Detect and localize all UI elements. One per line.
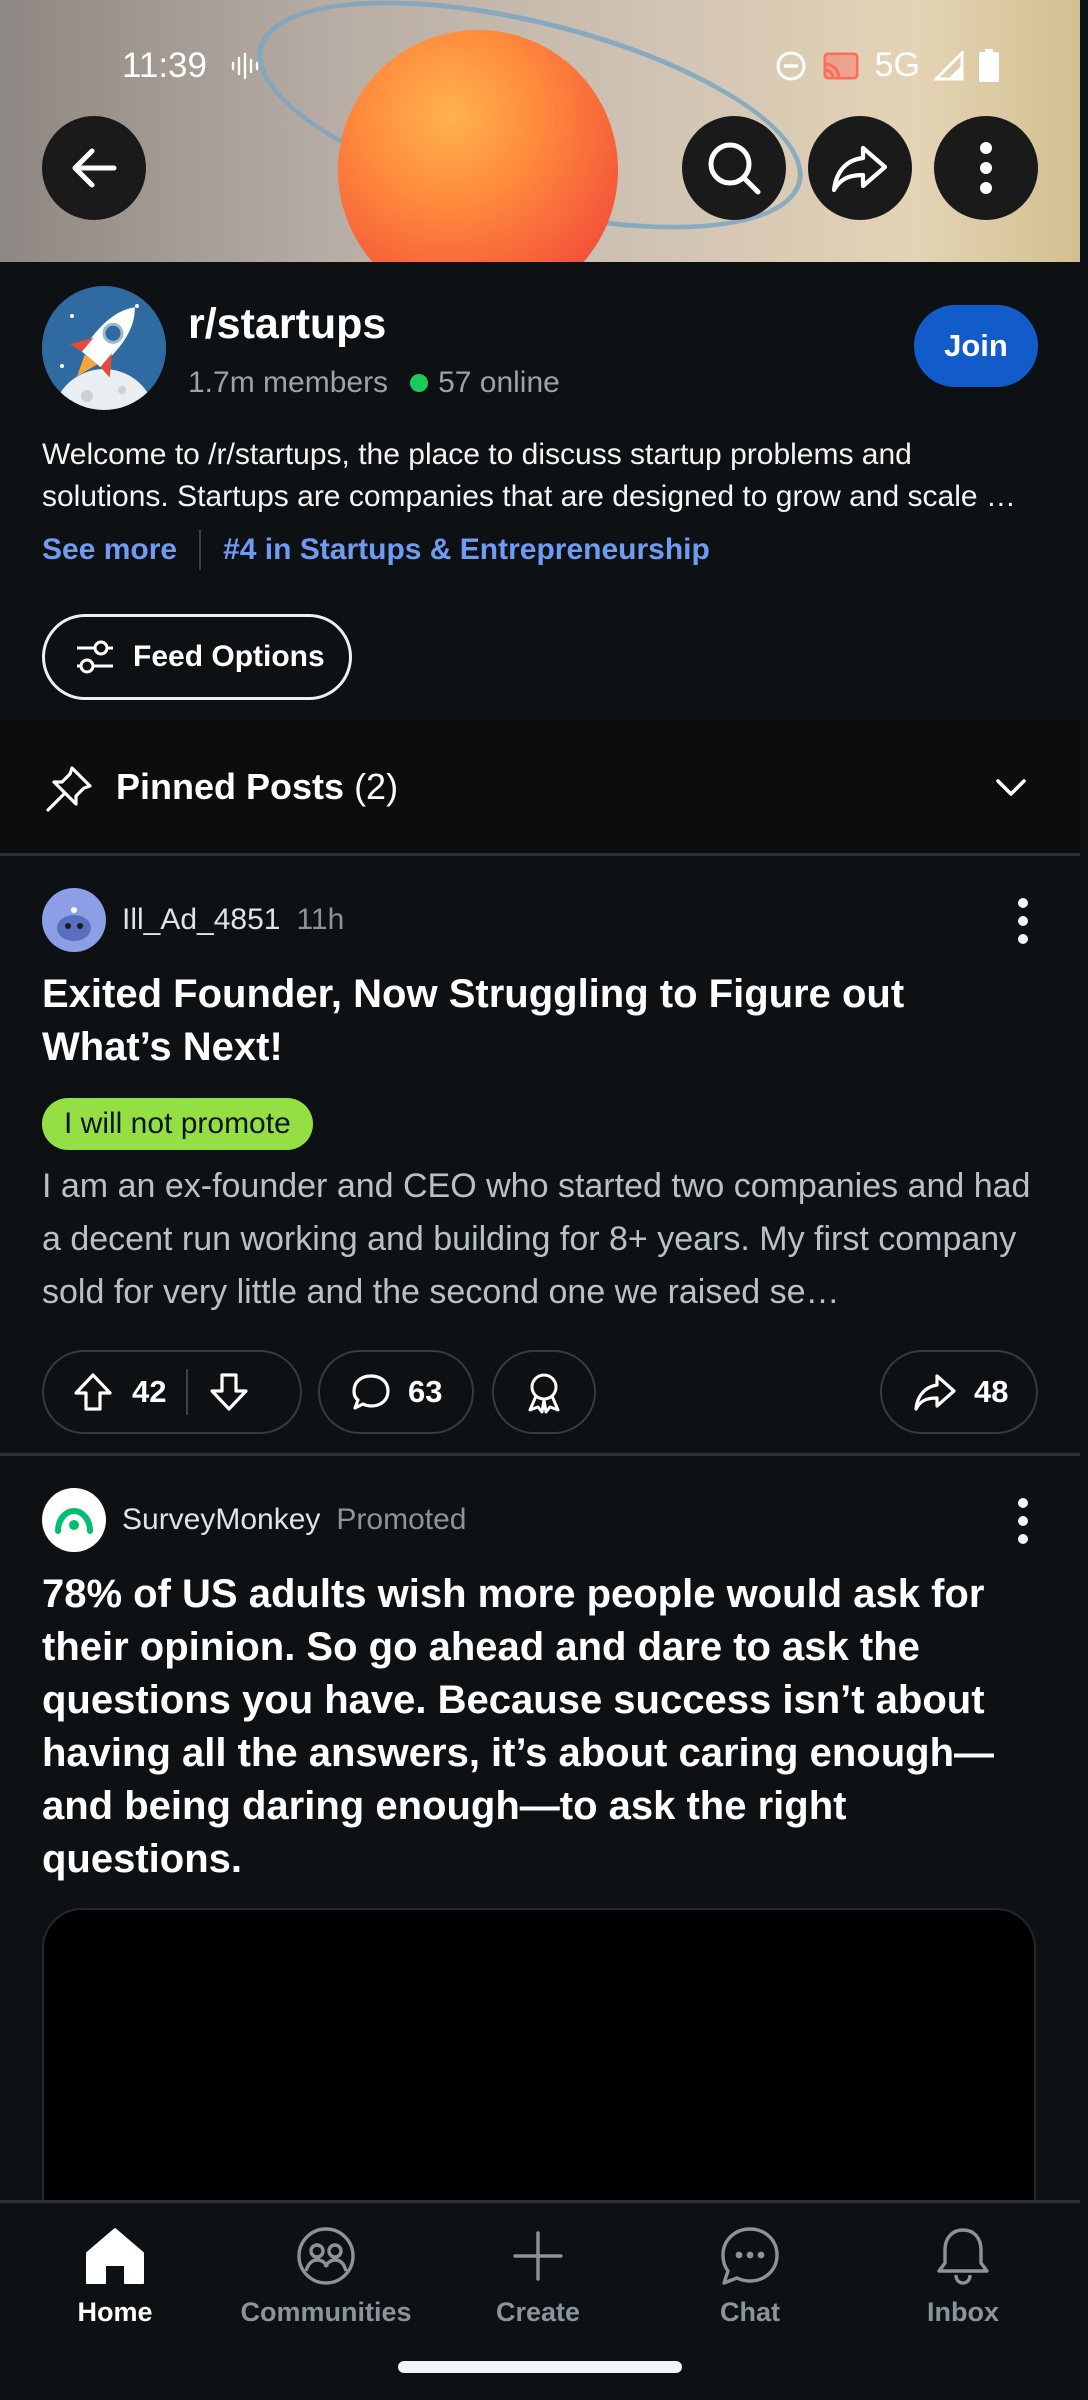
chevron-down-icon[interactable]	[994, 776, 1028, 800]
comment-icon	[352, 1374, 390, 1410]
share-button[interactable]	[808, 116, 912, 220]
network-type: 5G	[874, 46, 920, 84]
post-menu-icon[interactable]	[1018, 898, 1030, 952]
community-stats: 1.7m members 57 online	[188, 366, 560, 400]
communities-icon	[297, 2227, 355, 2285]
post-title[interactable]: Exited Founder, Now Struggling to Figure…	[42, 968, 1042, 1074]
screen-edge	[1080, 0, 1088, 2400]
pinned-count: (2)	[354, 766, 399, 807]
vote-separator	[186, 1369, 189, 1415]
nav-chat-label: Chat	[720, 2297, 780, 2327]
promoted-post-card[interactable]: SurveyMonkey Promoted 78% of US adults w…	[0, 1458, 1080, 2228]
nav-home-label: Home	[77, 2297, 153, 2327]
cast-icon	[823, 52, 859, 79]
bell-icon	[937, 2228, 989, 2285]
nav-create-label: Create	[495, 2297, 581, 2327]
post-actions: 42 63 48	[42, 1350, 1038, 1434]
user-avatar-icon[interactable]	[42, 888, 106, 952]
nav-communities[interactable]: Communities	[236, 2225, 416, 2328]
search-button[interactable]	[682, 116, 786, 220]
post-author-row: SurveyMonkey Promoted	[42, 1488, 467, 1552]
share-icon	[914, 1374, 956, 1411]
filter-sliders-icon	[77, 640, 113, 674]
nav-create[interactable]: Create	[448, 2225, 628, 2328]
post-body[interactable]: I am an ex-founder and CEO who started t…	[42, 1160, 1052, 1319]
home-icon	[86, 2228, 144, 2284]
comment-count: 63	[408, 1374, 443, 1409]
status-icons: 5G	[775, 46, 1000, 85]
promoted-tag: Promoted	[336, 1503, 467, 1536]
upvote-icon[interactable]	[72, 1371, 114, 1413]
share-count: 48	[974, 1374, 1009, 1409]
surveymonkey-logo[interactable]	[42, 1488, 106, 1552]
comments-button[interactable]: 63	[318, 1350, 474, 1434]
share-post-button[interactable]: 48	[880, 1350, 1038, 1434]
downvote-icon[interactable]	[208, 1371, 250, 1413]
community-name: r/startups	[188, 300, 387, 348]
nav-communities-label: Communities	[240, 2297, 412, 2327]
more-options-button[interactable]	[934, 116, 1038, 220]
post-author[interactable]: Ill_Ad_4851	[122, 903, 280, 937]
nav-inbox-label: Inbox	[927, 2297, 999, 2327]
signal-icon	[934, 50, 964, 80]
brand-logo-icon	[55, 1507, 93, 1534]
pinned-posts-bar[interactable]: Pinned Posts (2)	[0, 720, 1080, 856]
battery-icon	[979, 48, 999, 82]
post-flair[interactable]: I will not promote	[42, 1098, 313, 1150]
post-age: 11h	[296, 903, 345, 936]
community-avatar[interactable]	[42, 286, 166, 410]
member-count: 1.7m members	[188, 366, 389, 399]
award-icon	[528, 1373, 560, 1414]
post-author[interactable]: SurveyMonkey	[122, 1503, 320, 1537]
vibrate-icon	[231, 52, 259, 80]
feed-options-button[interactable]: Feed Options	[42, 614, 352, 700]
post-author-row: Ill_Ad_4851 11h	[42, 888, 344, 952]
pin-icon	[46, 766, 92, 812]
nav-home[interactable]: Home	[25, 2225, 205, 2328]
online-count: 57 online	[438, 366, 560, 399]
plus-icon	[513, 2231, 563, 2281]
ad-media[interactable]	[42, 1908, 1036, 2228]
link-separator	[199, 530, 202, 570]
upvote-count: 42	[132, 1374, 167, 1409]
chat-icon	[721, 2227, 779, 2285]
post-menu-icon[interactable]	[1018, 1498, 1030, 1552]
pinned-posts-label: Pinned Posts (2)	[116, 766, 398, 808]
more-vertical-icon	[980, 142, 992, 194]
status-bar: 11:39 5G	[0, 0, 1080, 130]
join-button[interactable]: Join	[914, 305, 1038, 387]
feed-options-label: Feed Options	[133, 640, 325, 673]
back-button[interactable]	[42, 116, 146, 220]
status-time: 11:39	[122, 46, 207, 85]
community-rank-link[interactable]: #4 in Startups & Entrepreneurship	[223, 533, 710, 567]
home-indicator[interactable]	[398, 2361, 682, 2373]
nav-inbox[interactable]: Inbox	[873, 2225, 1053, 2328]
post-title[interactable]: 78% of US adults wish more people would …	[42, 1568, 1042, 1886]
share-icon	[831, 145, 888, 193]
online-indicator	[410, 374, 429, 392]
post-card[interactable]: Ill_Ad_4851 11h Exited Founder, Now Stru…	[0, 858, 1080, 1456]
vote-pill: 42	[42, 1350, 302, 1434]
community-links: See more #4 in Startups & Entrepreneursh…	[42, 530, 710, 570]
back-arrow-icon	[72, 148, 117, 188]
see-more-link[interactable]: See more	[42, 533, 177, 567]
pinned-title: Pinned Posts	[116, 766, 345, 807]
nav-chat[interactable]: Chat	[660, 2225, 840, 2328]
community-description: Welcome to /r/startups, the place to dis…	[42, 438, 1016, 513]
search-icon	[708, 142, 761, 195]
do-not-disturb-icon	[776, 51, 806, 80]
rocket-icon	[42, 286, 166, 410]
award-button[interactable]	[492, 1350, 596, 1434]
